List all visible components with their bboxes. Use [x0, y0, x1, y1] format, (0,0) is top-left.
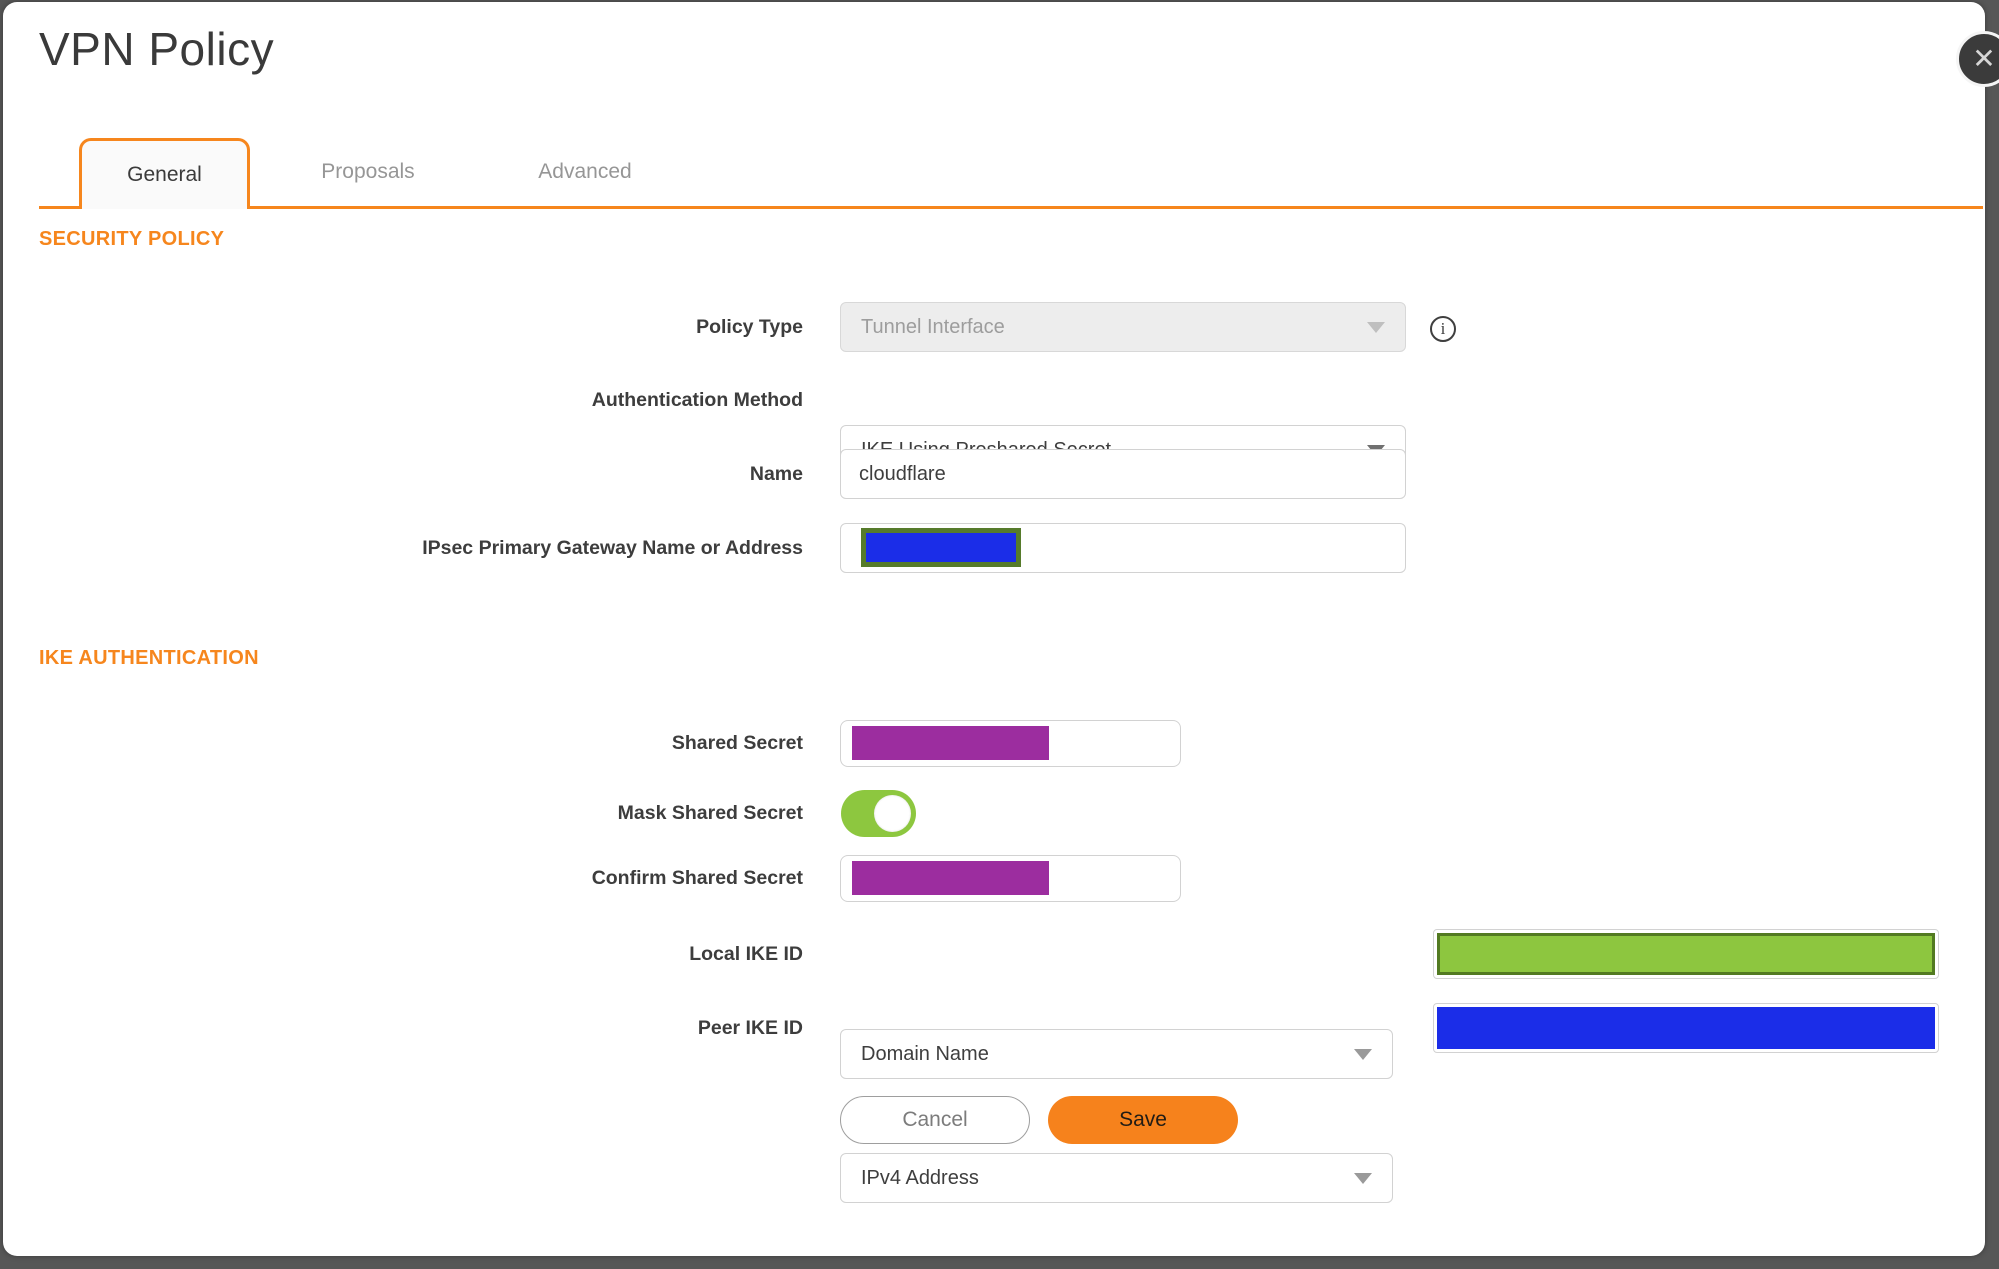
peer-ike-id-type-value: IPv4 Address — [861, 1166, 979, 1189]
peer-ike-id-value-input[interactable] — [1433, 1003, 1939, 1053]
ipsec-primary-gateway-input[interactable] — [840, 523, 1406, 573]
chevron-down-icon — [1367, 322, 1385, 333]
ipsec-primary-gateway-label: IPsec Primary Gateway Name or Address — [422, 537, 803, 559]
confirm-shared-secret-input[interactable] — [840, 855, 1181, 902]
dialog-title: VPN Policy — [39, 23, 275, 75]
policy-type-dropdown[interactable]: Tunnel Interface — [840, 302, 1406, 352]
name-label: Name — [749, 463, 803, 485]
info-icon[interactable]: i — [1430, 316, 1456, 342]
shared-secret-redaction-block — [852, 726, 1049, 760]
policy-type-value: Tunnel Interface — [861, 315, 1005, 338]
tab-bar-underline — [39, 206, 1983, 209]
cancel-button[interactable]: Cancel — [840, 1096, 1030, 1144]
name-input[interactable] — [840, 449, 1406, 499]
shared-secret-label: Shared Secret — [671, 732, 803, 754]
toggle-knob — [874, 795, 911, 832]
peer-ike-id-label: Peer IKE ID — [697, 1017, 803, 1039]
local-ike-id-label: Local IKE ID — [689, 943, 803, 965]
close-icon: ✕ — [1972, 43, 1996, 74]
peer-ike-id-type-dropdown[interactable]: IPv4 Address — [840, 1153, 1393, 1203]
section-security-policy: SECURITY POLICY — [39, 228, 225, 250]
local-ike-id-type-value: Domain Name — [861, 1042, 989, 1065]
local-ike-id-type-dropdown[interactable]: Domain Name — [840, 1029, 1393, 1079]
gateway-redaction-block — [861, 528, 1021, 567]
chevron-down-icon — [1354, 1173, 1372, 1184]
authentication-method-label: Authentication Method — [591, 389, 803, 411]
tab-general-label: General — [127, 163, 202, 186]
mask-shared-secret-toggle[interactable] — [841, 790, 916, 837]
vpn-policy-dialog: VPN Policy General Proposals Advanced SE… — [3, 2, 1985, 1256]
local-ike-id-value-input[interactable] — [1433, 929, 1939, 979]
save-button[interactable]: Save — [1048, 1096, 1238, 1144]
local-ike-id-redaction-block — [1437, 933, 1935, 975]
confirm-shared-secret-redaction-block — [852, 861, 1049, 895]
tab-advanced[interactable]: Advanced — [495, 138, 675, 206]
policy-type-label: Policy Type — [696, 316, 803, 338]
section-ike-authentication: IKE AUTHENTICATION — [39, 647, 259, 669]
tab-general[interactable]: General — [79, 138, 250, 209]
tab-proposals[interactable]: Proposals — [278, 138, 458, 206]
mask-shared-secret-label: Mask Shared Secret — [617, 802, 803, 824]
chevron-down-icon — [1354, 1049, 1372, 1060]
confirm-shared-secret-label: Confirm Shared Secret — [591, 867, 803, 889]
screen-background: VPN Policy General Proposals Advanced SE… — [0, 0, 1999, 1269]
peer-ike-id-redaction-block — [1437, 1007, 1935, 1049]
shared-secret-input[interactable] — [840, 720, 1181, 767]
